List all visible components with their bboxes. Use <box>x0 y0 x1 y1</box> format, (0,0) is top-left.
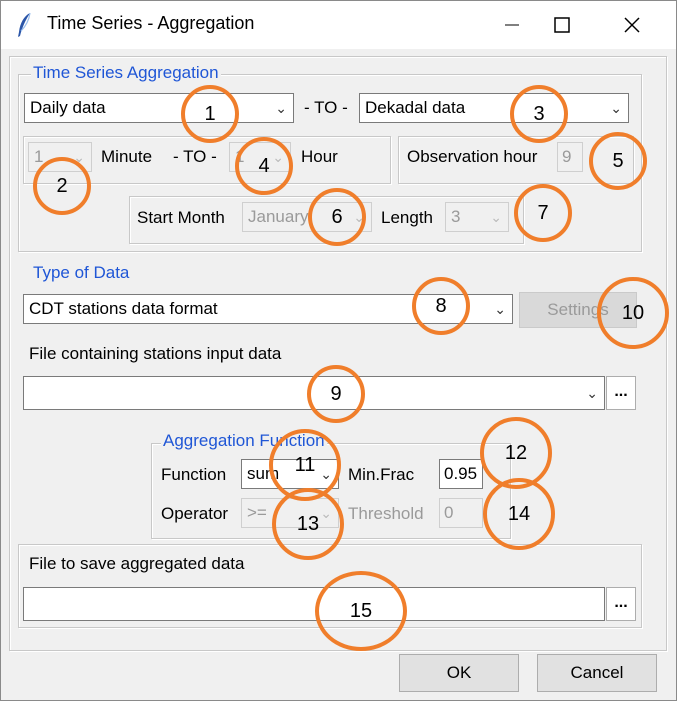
minute-to-label: - TO - <box>173 147 217 166</box>
data-format-value: CDT stations data format <box>29 299 218 318</box>
start-month-value: January <box>248 207 309 226</box>
start-month-label: Start Month <box>137 208 225 227</box>
title-bar: Time Series - Aggregation <box>1 1 676 49</box>
threshold-input[interactable]: 0 <box>439 498 483 528</box>
aggregation-dialog: Time Series - Aggregation Time Series Ag… <box>0 0 677 701</box>
aggregation-from-value: Daily data <box>30 98 106 117</box>
annotation-marker-9: 9 <box>307 365 365 423</box>
annotation-marker-6: 6 <box>308 188 366 246</box>
input-file-browse-button[interactable]: ... <box>606 376 636 410</box>
data-type-legend: Type of Data <box>31 263 132 283</box>
annotation-marker-2: 2 <box>33 157 91 215</box>
chevron-down-icon: ⌄ <box>490 209 502 225</box>
operator-label: Operator <box>161 504 229 523</box>
to-label: - TO - <box>304 98 348 117</box>
output-file-browse-button[interactable]: ... <box>606 587 636 621</box>
annotation-marker-5: 5 <box>589 132 647 190</box>
minfrac-label: Min.Frac <box>348 465 415 484</box>
window-title: Time Series - Aggregation <box>47 13 255 33</box>
aggregation-legend: Time Series Aggregation <box>31 63 221 83</box>
aggregation-from-select[interactable]: Daily data ⌄ <box>24 93 294 123</box>
input-file-label: File containing stations input data <box>29 344 282 363</box>
chevron-down-icon: ⌄ <box>586 385 598 401</box>
length-value: 3 <box>451 207 461 226</box>
aggregation-to-value: Dekadal data <box>365 98 466 117</box>
chevron-down-icon: ⌄ <box>494 301 506 317</box>
annotation-marker-8: 8 <box>412 277 470 335</box>
maximize-button[interactable] <box>539 1 585 49</box>
annotation-marker-15: 15 <box>315 571 407 651</box>
minfrac-input[interactable]: 0.95 <box>439 459 483 489</box>
minute-label: Minute <box>101 147 153 166</box>
output-file-label: File to save aggregated data <box>29 554 245 573</box>
observation-hour-label: Observation hour <box>407 147 538 166</box>
chevron-down-icon: ⌄ <box>610 100 622 116</box>
annotation-marker-7: 7 <box>514 184 572 242</box>
feather-icon <box>18 12 31 37</box>
cancel-button[interactable]: Cancel <box>537 654 657 692</box>
annotation-marker-1: 1 <box>181 85 239 143</box>
annotation-marker-10: 10 <box>597 277 669 349</box>
minimize-button[interactable] <box>489 1 535 49</box>
length-label: Length <box>381 208 433 227</box>
annotation-marker-3: 3 <box>510 85 568 143</box>
maximize-icon <box>554 17 570 33</box>
observation-hour-input[interactable]: 9 <box>557 142 583 172</box>
annotation-marker-14: 14 <box>483 478 555 550</box>
chevron-down-icon: ⌄ <box>275 100 287 116</box>
length-select[interactable]: 3 ⌄ <box>445 202 509 232</box>
annotation-marker-13: 13 <box>272 488 344 560</box>
aggregation-to-select[interactable]: Dekadal data ⌄ <box>359 93 629 123</box>
threshold-label: Threshold <box>348 504 424 523</box>
function-label: Function <box>161 465 227 484</box>
minimize-icon <box>505 24 519 26</box>
annotation-marker-4: 4 <box>235 137 293 195</box>
output-file-input[interactable] <box>23 587 605 621</box>
close-button[interactable] <box>609 1 655 49</box>
close-icon <box>624 17 640 33</box>
ok-button[interactable]: OK <box>399 654 519 692</box>
hour-label: Hour <box>301 147 338 166</box>
operator-value: >= <box>247 503 267 522</box>
